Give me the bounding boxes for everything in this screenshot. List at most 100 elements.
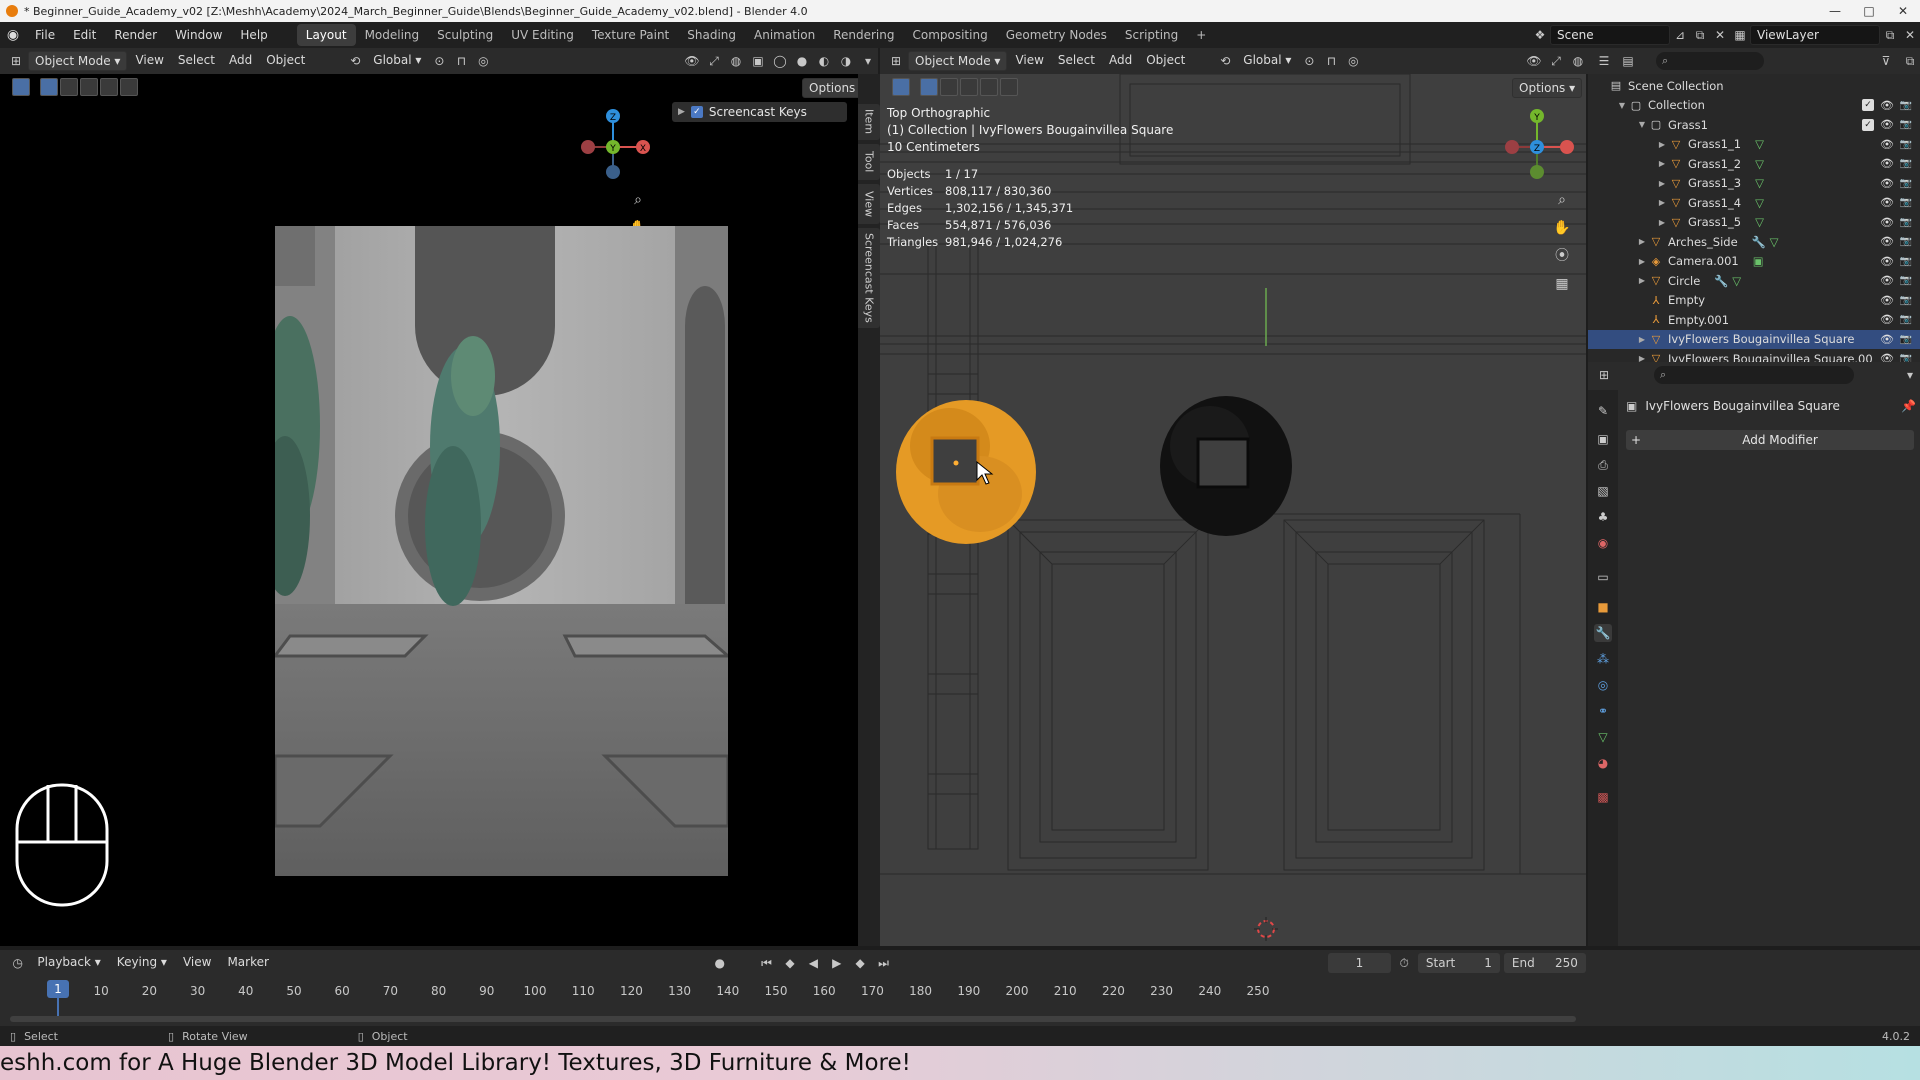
right-transform-dropdown[interactable]: Global ▾ xyxy=(1237,51,1297,71)
render-camera-icon[interactable]: 📷 xyxy=(1900,217,1912,228)
modifier-data-icons[interactable]: ▣ xyxy=(1753,254,1764,268)
view-layer-selector[interactable]: ViewLayer xyxy=(1750,25,1880,45)
expand-toggle-icon[interactable]: ▶ xyxy=(1636,354,1648,362)
right-select-mode-new-icon[interactable] xyxy=(920,78,938,96)
right-options-button[interactable]: Options ▾ xyxy=(1512,78,1583,98)
zoom-icon[interactable]: ⌕ xyxy=(626,188,650,212)
visibility-eye-icon[interactable]: 👁 xyxy=(1880,255,1894,268)
keying-menu[interactable]: Keying ▾ xyxy=(111,953,173,973)
right-proportional-icon[interactable]: ◎ xyxy=(1343,51,1363,71)
right-menu-view[interactable]: View xyxy=(1009,51,1049,71)
visibility-eye-icon[interactable]: 👁 xyxy=(1880,216,1894,229)
expand-toggle-icon[interactable]: ▶ xyxy=(1656,140,1668,149)
render-camera-icon[interactable]: 📷 xyxy=(1900,158,1912,169)
outliner-row[interactable]: ▶ ▽ IvyFlowers Bougainvillea Square 👁 📷 xyxy=(1588,329,1920,349)
modifier-tab-icon[interactable]: 🔧 xyxy=(1594,624,1612,642)
outliner-row[interactable]: ▶ ▽ Arches_Side 🔧 ▽ 👁 📷 xyxy=(1588,232,1920,251)
tool-tab-icon[interactable]: ✎ xyxy=(1594,402,1612,420)
expand-toggle-icon[interactable]: ▶ xyxy=(1656,159,1668,168)
add-modifier-button[interactable]: + Add Modifier xyxy=(1626,430,1914,450)
data-tab-icon[interactable]: ▽ xyxy=(1594,728,1612,746)
right-gizmo-toggle-icon[interactable]: ⤢ xyxy=(1546,51,1566,71)
outliner-row[interactable]: ▶ ▽ Grass1_3 ▽ 👁 📷 xyxy=(1588,174,1920,193)
solid-shading-icon[interactable]: ● xyxy=(792,51,812,71)
select-box-tool-icon[interactable] xyxy=(12,78,30,96)
new-scene-icon[interactable]: ⧉ xyxy=(1690,25,1710,45)
right-pan-hand-icon[interactable]: ✋ xyxy=(1550,216,1574,240)
add-workspace-button[interactable]: + xyxy=(1187,24,1215,46)
right-menu-add[interactable]: Add xyxy=(1103,51,1138,71)
select-mode-subtract-icon[interactable] xyxy=(80,78,98,96)
tab-rendering[interactable]: Rendering xyxy=(824,24,903,46)
expand-toggle-icon[interactable]: ▶ xyxy=(1656,198,1668,207)
select-mode-intersect-icon[interactable] xyxy=(120,78,138,96)
menu-file[interactable]: File xyxy=(26,22,64,48)
right-select-mode-subtract-icon[interactable] xyxy=(960,78,978,96)
outliner-row[interactable]: ⅄ Empty 👁 📷 xyxy=(1588,291,1920,310)
right-menu-select[interactable]: Select xyxy=(1052,51,1101,71)
modifier-data-icons[interactable]: ▽ xyxy=(1755,215,1764,229)
expand-toggle-icon[interactable]: ▶ xyxy=(1656,218,1668,227)
pin-icon[interactable]: ⊿ xyxy=(1670,25,1690,45)
left-navigation-gizmo[interactable]: Z Y X xyxy=(570,104,660,194)
visibility-eye-icon[interactable]: 👁 xyxy=(1880,313,1894,326)
render-camera-icon[interactable]: 📷 xyxy=(1900,139,1912,150)
select-mode-invert-icon[interactable] xyxy=(100,78,118,96)
outliner-editor-type-icon[interactable]: ☰ xyxy=(1594,51,1614,71)
outliner-row[interactable]: ▶ ▽ Circle 🔧 ▽ 👁 📷 xyxy=(1588,271,1920,290)
left-options-button[interactable]: Options ▾ xyxy=(802,78,858,98)
collection-tab-icon[interactable]: ▭ xyxy=(1594,568,1612,586)
current-frame-field[interactable]: 1 xyxy=(1328,953,1391,973)
rendered-shading-icon[interactable]: ◑ xyxy=(836,51,856,71)
right-select-mode-invert-icon[interactable] xyxy=(980,78,998,96)
tab-geometry-nodes[interactable]: Geometry Nodes xyxy=(997,24,1116,46)
output-tab-icon[interactable]: ⎙ xyxy=(1594,456,1612,474)
outliner-row[interactable]: ▼ ▢ Grass1 ✓ 👁 📷 xyxy=(1588,115,1920,134)
scene-icon[interactable]: ❖ xyxy=(1530,25,1550,45)
pin-icon-prop[interactable]: 📌 xyxy=(1901,399,1916,413)
perspective-toggle-icon[interactable]: ▦ xyxy=(1550,272,1574,296)
visibility-eye-icon[interactable]: 👁 xyxy=(1880,138,1894,151)
gizmo-toggle-icon[interactable]: ⤢ xyxy=(704,51,724,71)
marker-menu[interactable]: Marker xyxy=(221,953,274,973)
screencast-keys-panel[interactable]: ▶ ✓ Screencast Keys xyxy=(672,102,847,122)
outliner-row[interactable]: ▶ ▽ Grass1_1 ▽ 👁 📷 xyxy=(1588,135,1920,154)
view-layer-tab-icon[interactable]: ▧ xyxy=(1594,482,1612,500)
xray-icon[interactable]: ▣ xyxy=(748,51,768,71)
physics-tab-icon[interactable]: ◎ xyxy=(1594,676,1612,694)
visibility-icon[interactable]: 👁 xyxy=(682,51,702,71)
shading-options-icon[interactable]: ▾ xyxy=(858,51,878,71)
tab-item[interactable]: Item xyxy=(858,104,880,140)
properties-search-input[interactable]: ⌕ xyxy=(1654,366,1854,384)
visibility-eye-icon[interactable]: 👁 xyxy=(1880,235,1894,248)
visibility-eye-icon[interactable]: 👁 xyxy=(1880,196,1894,209)
tab-layout[interactable]: Layout xyxy=(296,24,356,46)
select-mode-new-icon[interactable] xyxy=(40,78,58,96)
modifier-data-icons[interactable]: ▽ xyxy=(1755,137,1764,151)
render-camera-icon[interactable]: 📷 xyxy=(1900,334,1912,345)
right-menu-object[interactable]: Object xyxy=(1140,51,1191,71)
tab-scripting[interactable]: Scripting xyxy=(1116,24,1187,46)
record-icon[interactable]: ● xyxy=(710,953,729,973)
close-button[interactable]: ✕ xyxy=(1886,4,1920,18)
menu-help[interactable]: Help xyxy=(231,22,276,48)
outliner-row[interactable]: ⅄ Empty.001 👁 📷 xyxy=(1588,310,1920,329)
outliner-row[interactable]: ▼ ▢ Collection ✓ 👁 📷 xyxy=(1588,96,1920,115)
render-camera-icon[interactable]: 📷 xyxy=(1900,178,1912,189)
menu-window[interactable]: Window xyxy=(166,22,231,48)
editor-type-icon[interactable]: ⊞ xyxy=(6,51,26,71)
tab-uv-editing[interactable]: UV Editing xyxy=(502,24,583,46)
render-camera-icon[interactable]: 📷 xyxy=(1900,119,1912,130)
properties-options-icon[interactable]: ▾ xyxy=(1900,365,1920,385)
play-reverse-icon[interactable]: ◀ xyxy=(804,953,823,973)
texture-tab-icon[interactable]: ▩ xyxy=(1594,788,1612,806)
next-keyframe-icon[interactable]: ◆ xyxy=(850,953,869,973)
render-camera-icon[interactable]: 📷 xyxy=(1900,295,1912,306)
right-editor-type-icon[interactable]: ⊞ xyxy=(886,51,906,71)
timeline-editor-type-icon[interactable]: ◷ xyxy=(8,953,27,973)
prev-keyframe-icon[interactable]: ◆ xyxy=(780,953,799,973)
pivot-icon[interactable]: ⊙ xyxy=(429,51,449,71)
right-mode-dropdown[interactable]: Object Mode ▾ xyxy=(908,51,1008,71)
tab-shading[interactable]: Shading xyxy=(678,24,745,46)
render-camera-icon[interactable]: 📷 xyxy=(1900,100,1912,111)
